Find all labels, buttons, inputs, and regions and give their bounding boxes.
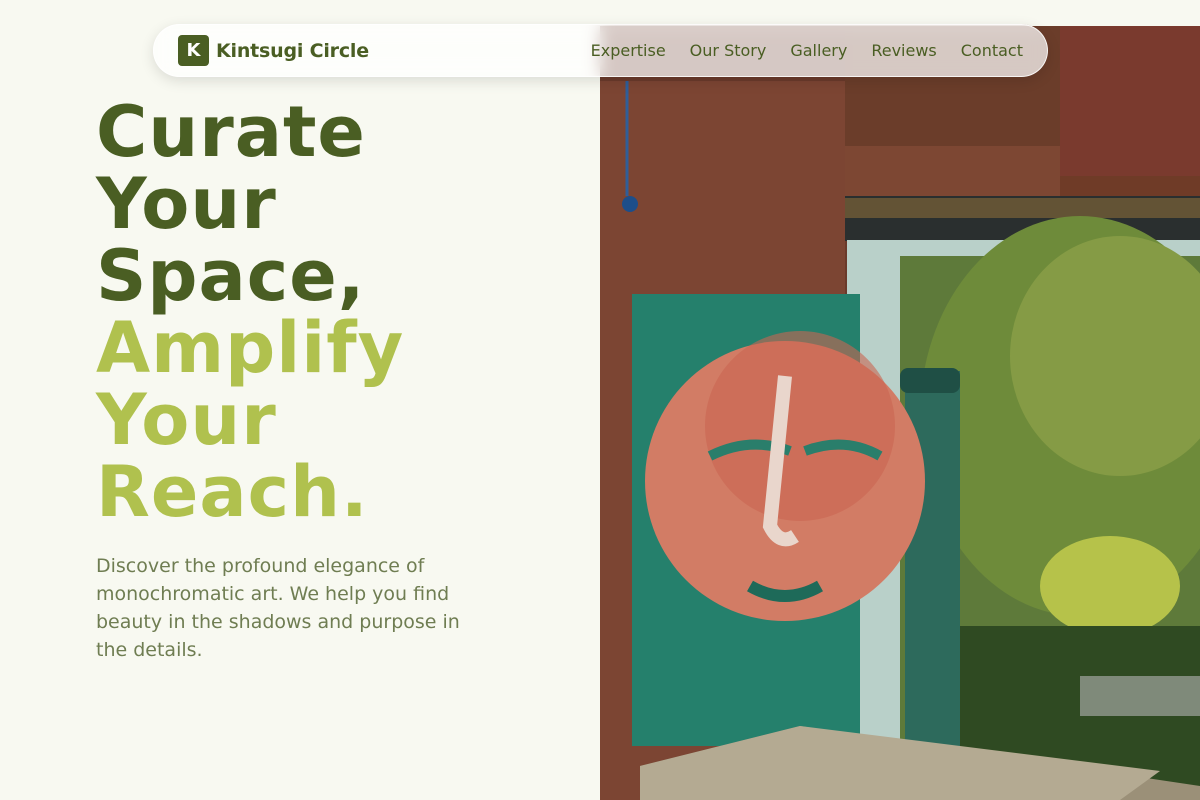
hero-tagline: Discover the profound elegance of monoch… (96, 555, 460, 661)
headline-line-accent: Your (96, 379, 277, 461)
top-navbar: K Kintsugi Circle Expertise Our Story Ga… (153, 24, 1048, 77)
headline-line-accent: Reach. (96, 451, 369, 533)
headline-line: Space, (96, 235, 366, 317)
nav-link-contact[interactable]: Contact (961, 41, 1023, 60)
nav-links: Expertise Our Story Gallery Reviews Cont… (591, 41, 1023, 60)
hero-image-art (600, 26, 1200, 800)
hero-headline: Curate Your Space, Amplify Your Reach. (96, 96, 404, 528)
nav-link-expertise[interactable]: Expertise (591, 41, 666, 60)
headline-line: Curate (96, 91, 366, 173)
nav-link-reviews[interactable]: Reviews (871, 41, 936, 60)
logo-mark: K (178, 35, 209, 66)
headline-line: Your (96, 163, 277, 245)
nav-link-gallery[interactable]: Gallery (790, 41, 847, 60)
nav-link-our-story[interactable]: Our Story (690, 41, 767, 60)
brand-name: Kintsugi Circle (216, 39, 369, 62)
brand-logo[interactable]: K Kintsugi Circle (178, 35, 369, 66)
hero-image (600, 26, 1200, 800)
headline-line-accent: Amplify (96, 307, 405, 389)
